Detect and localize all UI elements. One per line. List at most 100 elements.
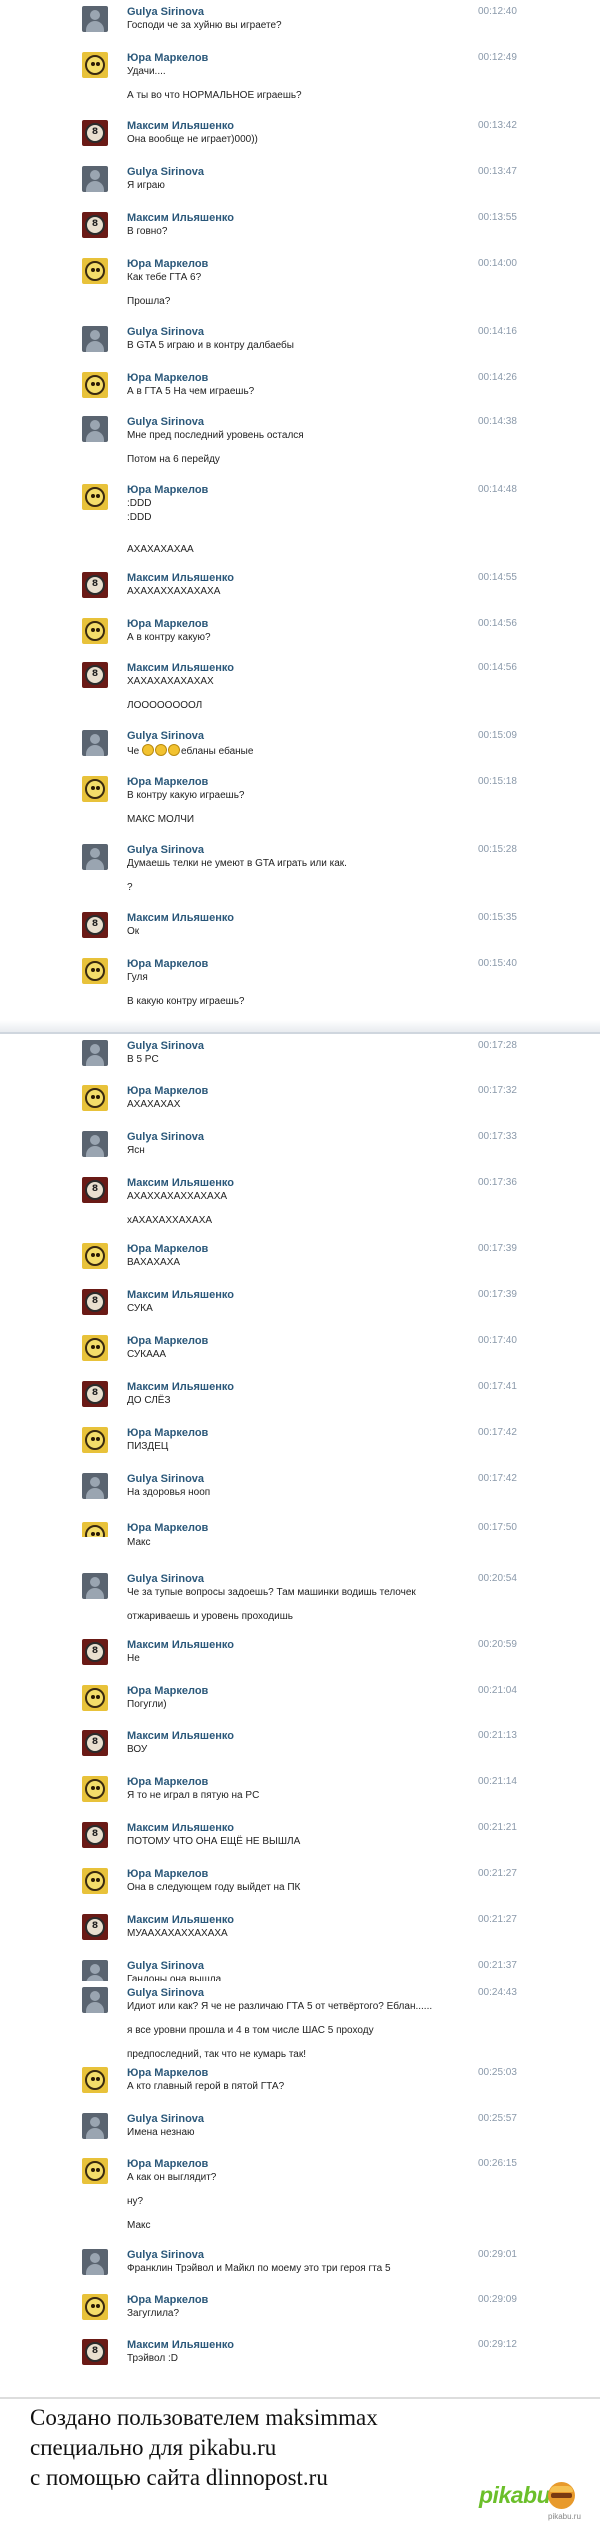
message-timestamp[interactable]: 00:15:09 xyxy=(478,730,517,741)
message-timestamp[interactable]: 00:29:09 xyxy=(478,2294,517,2305)
avatar[interactable]: 8 xyxy=(82,1639,108,1665)
author-name[interactable]: Юра Маркелов xyxy=(127,52,208,64)
author-name[interactable]: Максим Ильяшенко xyxy=(127,1381,234,1393)
message-timestamp[interactable]: 00:14:56 xyxy=(478,618,517,629)
avatar[interactable]: 8 xyxy=(82,1730,108,1756)
avatar[interactable]: 8 xyxy=(82,1177,108,1203)
author-name[interactable]: Юра Маркелов xyxy=(127,2067,208,2079)
message-timestamp[interactable]: 00:14:00 xyxy=(478,258,517,269)
author-name[interactable]: Юра Маркелов xyxy=(127,2294,208,2306)
avatar[interactable] xyxy=(82,484,108,510)
message-timestamp[interactable]: 00:21:13 xyxy=(478,1730,517,1741)
author-name[interactable]: Юра Маркелов xyxy=(127,1685,208,1697)
message-timestamp[interactable]: 00:21:04 xyxy=(478,1685,517,1696)
author-name[interactable]: Максим Ильяшенко xyxy=(127,1730,234,1742)
avatar[interactable] xyxy=(82,2294,108,2320)
message-timestamp[interactable]: 00:15:40 xyxy=(478,958,517,969)
author-name[interactable]: Gulya Sirinova xyxy=(127,1131,204,1143)
avatar[interactable] xyxy=(82,958,108,984)
avatar[interactable] xyxy=(82,1473,108,1499)
message-timestamp[interactable]: 00:26:15 xyxy=(478,2158,517,2169)
author-name[interactable]: Gulya Sirinova xyxy=(127,416,204,428)
author-name[interactable]: Юра Маркелов xyxy=(127,958,208,970)
message-timestamp[interactable]: 00:17:32 xyxy=(478,1085,517,1096)
author-name[interactable]: Максим Ильяшенко xyxy=(127,1914,234,1926)
avatar[interactable]: 8 xyxy=(82,572,108,598)
message-timestamp[interactable]: 00:21:21 xyxy=(478,1822,517,1833)
message-timestamp[interactable]: 00:14:16 xyxy=(478,326,517,337)
message-timestamp[interactable]: 00:25:03 xyxy=(478,2067,517,2078)
avatar[interactable] xyxy=(82,6,108,32)
author-name[interactable]: Юра Маркелов xyxy=(127,1427,208,1439)
author-name[interactable]: Gulya Sirinova xyxy=(127,1573,204,1585)
avatar[interactable]: 8 xyxy=(82,1381,108,1407)
author-name[interactable]: Юра Маркелов xyxy=(127,1776,208,1788)
avatar[interactable] xyxy=(82,1243,108,1269)
message-timestamp[interactable]: 00:21:27 xyxy=(478,1868,517,1879)
avatar[interactable]: 8 xyxy=(82,1822,108,1848)
message-timestamp[interactable]: 00:14:56 xyxy=(478,662,517,673)
avatar[interactable] xyxy=(82,1776,108,1802)
avatar[interactable] xyxy=(82,1427,108,1453)
avatar[interactable] xyxy=(82,1987,108,2013)
author-name[interactable]: Gulya Sirinova xyxy=(127,2113,204,2125)
author-name[interactable]: Юра Маркелов xyxy=(127,1522,208,1534)
author-name[interactable]: Gulya Sirinova xyxy=(127,2249,204,2261)
message-timestamp[interactable]: 00:20:59 xyxy=(478,1639,517,1650)
author-name[interactable]: Юра Маркелов xyxy=(127,1335,208,1347)
author-name[interactable]: Максим Ильяшенко xyxy=(127,572,234,584)
avatar[interactable] xyxy=(82,1040,108,1066)
author-name[interactable]: Gulya Sirinova xyxy=(127,1040,204,1052)
author-name[interactable]: Gulya Sirinova xyxy=(127,1960,204,1972)
message-timestamp[interactable]: 00:20:54 xyxy=(478,1573,517,1584)
author-name[interactable]: Gulya Sirinova xyxy=(127,1987,204,1999)
message-timestamp[interactable]: 00:29:12 xyxy=(478,2339,517,2350)
author-name[interactable]: Gulya Sirinova xyxy=(127,166,204,178)
author-name[interactable]: Gulya Sirinova xyxy=(127,844,204,856)
avatar[interactable] xyxy=(82,258,108,284)
avatar[interactable]: 8 xyxy=(82,912,108,938)
message-timestamp[interactable]: 00:17:39 xyxy=(478,1243,517,1254)
author-name[interactable]: Юра Маркелов xyxy=(127,372,208,384)
avatar[interactable] xyxy=(82,844,108,870)
author-name[interactable]: Максим Ильяшенко xyxy=(127,2339,234,2351)
message-timestamp[interactable]: 00:17:50 xyxy=(478,1522,517,1533)
message-timestamp[interactable]: 00:17:39 xyxy=(478,1289,517,1300)
avatar[interactable] xyxy=(82,730,108,756)
message-timestamp[interactable]: 00:13:47 xyxy=(478,166,517,177)
message-timestamp[interactable]: 00:21:27 xyxy=(478,1914,517,1925)
avatar[interactable] xyxy=(82,1685,108,1711)
author-name[interactable]: Юра Маркелов xyxy=(127,1085,208,1097)
avatar[interactable] xyxy=(82,2113,108,2139)
avatar[interactable] xyxy=(82,416,108,442)
avatar[interactable] xyxy=(82,372,108,398)
author-name[interactable]: Максим Ильяшенко xyxy=(127,1177,234,1189)
avatar[interactable] xyxy=(82,1085,108,1111)
avatar[interactable]: 8 xyxy=(82,212,108,238)
avatar[interactable] xyxy=(82,2158,108,2184)
avatar[interactable] xyxy=(82,1131,108,1157)
author-name[interactable]: Максим Ильяшенко xyxy=(127,1639,234,1651)
message-timestamp[interactable]: 00:15:28 xyxy=(478,844,517,855)
message-timestamp[interactable]: 00:17:36 xyxy=(478,1177,517,1188)
author-name[interactable]: Максим Ильяшенко xyxy=(127,212,234,224)
avatar[interactable]: 8 xyxy=(82,1914,108,1940)
author-name[interactable]: Юра Маркелов xyxy=(127,484,208,496)
avatar[interactable] xyxy=(82,776,108,802)
author-name[interactable]: Максим Ильяшенко xyxy=(127,1289,234,1301)
avatar[interactable]: 8 xyxy=(82,662,108,688)
message-timestamp[interactable]: 00:25:57 xyxy=(478,2113,517,2124)
message-timestamp[interactable]: 00:24:43 xyxy=(478,1987,517,1998)
message-timestamp[interactable]: 00:17:42 xyxy=(478,1473,517,1484)
author-name[interactable]: Юра Маркелов xyxy=(127,618,208,630)
message-timestamp[interactable]: 00:14:26 xyxy=(478,372,517,383)
avatar[interactable] xyxy=(82,2067,108,2093)
message-timestamp[interactable]: 00:14:38 xyxy=(478,416,517,427)
avatar[interactable] xyxy=(82,326,108,352)
message-timestamp[interactable]: 00:21:14 xyxy=(478,1776,517,1787)
message-timestamp[interactable]: 00:17:33 xyxy=(478,1131,517,1142)
message-timestamp[interactable]: 00:13:55 xyxy=(478,212,517,223)
author-name[interactable]: Юра Маркелов xyxy=(127,2158,208,2170)
message-timestamp[interactable]: 00:17:40 xyxy=(478,1335,517,1346)
author-name[interactable]: Максим Ильяшенко xyxy=(127,662,234,674)
